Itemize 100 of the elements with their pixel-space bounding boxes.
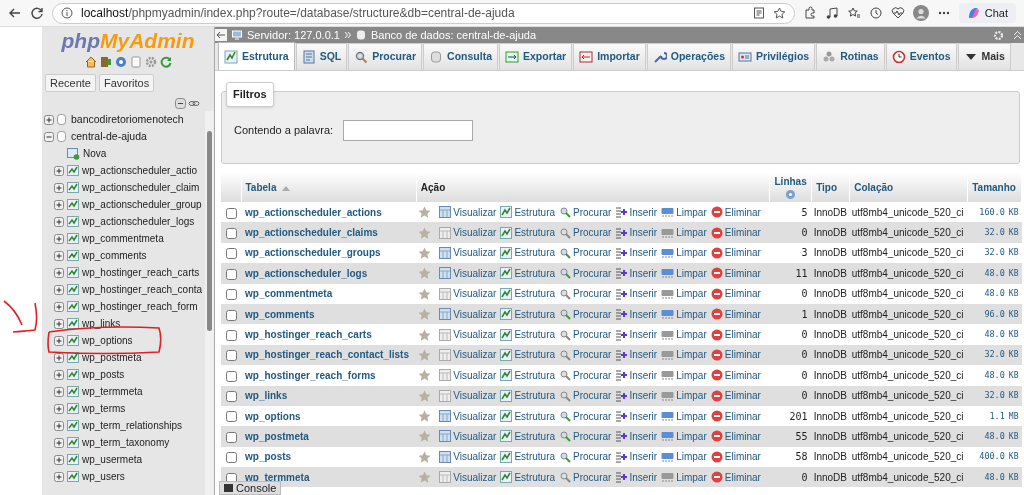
action-link[interactable]: Inserir [615,265,658,281]
action-link[interactable]: Estrutura [500,327,556,343]
action-link[interactable]: Eliminar [710,225,761,241]
action-link[interactable]: Estrutura [500,388,556,404]
expand-icon[interactable] [54,352,64,363]
action-link[interactable]: Limpar [661,225,707,241]
tab[interactable]: Eventos [885,43,957,70]
favorite-star-icon[interactable] [418,328,432,341]
table-name-link[interactable]: wp_actionscheduler_actions [245,206,382,218]
tab[interactable]: SQL [295,43,348,70]
row-checkbox[interactable] [225,207,237,219]
table-link[interactable]: wp_terms [82,401,126,416]
column-header[interactable]: Colação [854,181,894,193]
row-checkbox[interactable] [225,431,237,443]
action-link[interactable]: Visualizar [439,327,497,343]
action-link[interactable]: Visualizar [439,245,497,261]
table-link[interactable]: wp_actionscheduler_logs [82,214,195,229]
column-header[interactable]: Tamanho [972,181,1016,193]
action-link[interactable]: Estrutura [500,429,556,444]
tab[interactable]: Privilégios [732,43,816,70]
row-checkbox[interactable] [225,289,237,301]
action-link[interactable]: Eliminar [710,245,761,261]
media-icon[interactable] [824,6,839,20]
size-value[interactable]: 1.1 [989,410,1005,421]
back-icon[interactable] [215,29,227,41]
tab[interactable]: Importar [573,43,646,70]
table-link[interactable]: wp_usermeta [82,452,143,467]
breadcrumb-link[interactable]: Banco de dados: central-de-ajuda [370,26,537,44]
expand-icon[interactable] [54,335,64,346]
table-name-link[interactable]: wp_actionscheduler_logs [245,267,368,279]
row-checkbox[interactable] [225,248,237,260]
action-link[interactable]: Eliminar [710,367,761,383]
health-icon[interactable] [890,6,905,20]
reload-icon[interactable] [30,6,44,20]
tab[interactable]: Procurar [348,43,423,70]
back-icon[interactable] [8,6,22,20]
table-name-link[interactable]: wp_options [245,410,301,422]
action-link[interactable]: Limpar [661,245,707,261]
action-link[interactable]: Visualizar [439,367,497,383]
tab[interactable]: Mais [957,43,1011,70]
action-link[interactable]: Inserir [615,408,658,424]
history-icon[interactable] [868,6,883,20]
collapse-icon[interactable] [175,98,186,109]
sidebar-tab[interactable]: Favoritos [99,74,155,92]
action-link[interactable]: Limpar [661,449,707,465]
size-value[interactable]: 48.0 [984,329,1005,340]
action-link[interactable]: Procurar [559,429,612,444]
action-link[interactable]: Visualizar [439,449,497,465]
action-link[interactable]: Limpar [661,347,707,363]
table-name-link[interactable]: wp_termmeta [245,471,310,483]
table-name-link[interactable]: wp_links [245,390,288,402]
table-link[interactable]: wp_term_relationships [82,418,183,433]
size-value[interactable]: 48.0 [984,369,1005,380]
action-link[interactable]: Estrutura [500,408,556,424]
action-link[interactable]: Estrutura [500,367,556,383]
expand-icon[interactable] [54,454,64,465]
action-link[interactable]: Eliminar [710,204,761,220]
favorite-star-icon[interactable] [418,369,432,382]
favorite-star-icon[interactable] [418,246,432,259]
action-link[interactable]: Visualizar [439,225,497,241]
table-name-link[interactable]: wp_commentmeta [245,288,333,300]
action-link[interactable]: Limpar [661,286,707,302]
table-link[interactable]: wp_hostinger_reach_carts [82,265,200,280]
table-link[interactable]: wp_posts [82,367,125,382]
table-link[interactable]: wp_commentmeta [82,231,164,246]
action-link[interactable]: Inserir [615,469,658,485]
favorite-star-icon[interactable] [418,267,432,280]
row-checkbox[interactable] [225,329,237,341]
action-link[interactable]: Inserir [615,347,658,363]
action-link[interactable]: Inserir [615,449,658,465]
action-link[interactable]: Eliminar [710,388,761,404]
action-link[interactable]: Limpar [661,204,707,220]
table-name-link[interactable]: wp_postmeta [245,431,309,442]
action-link[interactable]: Eliminar [710,449,761,465]
action-link[interactable]: Limpar [661,265,707,281]
action-link[interactable]: Inserir [615,429,658,444]
action-link[interactable]: Estrutura [500,347,556,363]
chat-button[interactable]: Chat [958,3,1016,23]
table-link[interactable]: wp_term_taxonomy [82,435,170,450]
action-link[interactable]: Procurar [559,367,612,383]
filter-input[interactable] [343,120,474,141]
table-name-link[interactable]: wp_hostinger_reach_forms [245,369,376,381]
action-link[interactable]: Estrutura [500,204,556,220]
row-checkbox[interactable] [225,370,237,382]
action-link[interactable]: Procurar [559,306,612,322]
expand-icon[interactable] [54,267,64,278]
table-name-link[interactable]: wp_hostinger_reach_contact_lists [245,349,409,361]
table-name-link[interactable]: wp_posts [245,451,292,463]
table-link[interactable]: wp_users [82,469,125,484]
size-value[interactable]: 48.0 [984,267,1005,278]
expand-icon[interactable] [54,318,64,329]
row-checkbox[interactable] [225,268,237,280]
expand-icon[interactable] [44,114,54,125]
action-link[interactable]: Procurar [559,286,612,302]
favorite-star-icon[interactable] [418,287,432,300]
row-checkbox[interactable] [225,391,237,403]
row-checkbox[interactable] [225,411,237,423]
action-link[interactable]: Inserir [615,327,658,343]
size-value[interactable]: 48.0 [984,471,1005,482]
action-link[interactable]: Procurar [559,265,612,281]
